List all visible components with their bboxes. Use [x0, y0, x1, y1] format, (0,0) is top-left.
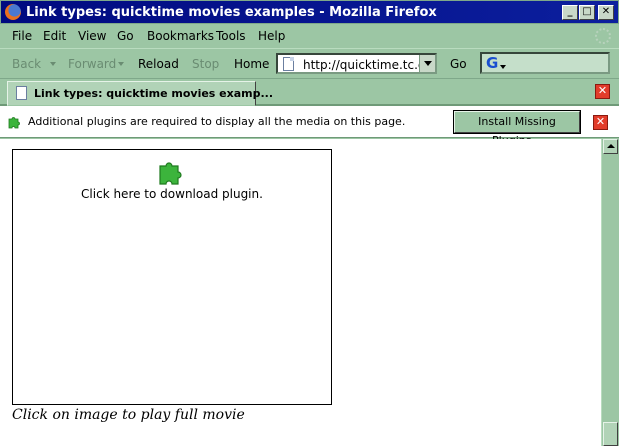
menu-bookmarks[interactable]: Bookmarks: [147, 29, 214, 43]
notification-message: Additional plugins are required to displ…: [28, 115, 406, 128]
menu-edit[interactable]: Edit: [43, 29, 66, 43]
firefox-icon: [5, 4, 21, 20]
puzzle-piece-icon: [8, 117, 20, 129]
search-box[interactable]: G: [480, 52, 610, 74]
back-dropdown-icon[interactable]: [50, 62, 56, 66]
plugin-placeholder[interactable]: Click here to download plugin.: [12, 149, 332, 405]
tab-bar: Link types: quicktime movies examp... ✕: [0, 78, 619, 106]
tab-quicktime-examples[interactable]: Link types: quicktime movies examp...: [7, 81, 273, 106]
page-content: Click here to download plugin. Click on …: [0, 139, 601, 446]
maximize-button[interactable]: □: [579, 5, 595, 20]
reload-button[interactable]: Reload: [138, 57, 179, 71]
url-text[interactable]: http://quicktime.tc.cc: [303, 58, 431, 72]
scroll-thumb[interactable]: [603, 422, 618, 446]
menu-tools[interactable]: Tools: [216, 29, 246, 43]
url-bar[interactable]: http://quicktime.tc.cc: [276, 53, 437, 74]
forward-dropdown-icon[interactable]: [118, 62, 124, 66]
install-missing-plugins-button[interactable]: Install Missing Plugins...: [453, 110, 581, 147]
window-title: Link types: quicktime movies examples - …: [26, 5, 437, 20]
close-notification-button[interactable]: ✕: [593, 115, 608, 130]
movie-caption: Click on image to play full movie: [12, 407, 245, 423]
tab-label: Link types: quicktime movies examp...: [34, 87, 274, 100]
url-history-dropdown[interactable]: [419, 55, 435, 72]
menu-go[interactable]: Go: [117, 29, 134, 43]
missing-plugins-notification: Additional plugins are required to displ…: [0, 106, 619, 147]
go-button[interactable]: Go: [450, 57, 467, 71]
vertical-scrollbar[interactable]: [601, 139, 619, 446]
google-search-icon[interactable]: G: [486, 54, 498, 72]
search-engine-dropdown-icon[interactable]: [500, 65, 506, 69]
forward-button[interactable]: Forward: [68, 57, 116, 71]
puzzle-piece-icon[interactable]: [158, 158, 186, 186]
page-icon: [283, 57, 294, 71]
menu-view[interactable]: View: [78, 29, 106, 43]
back-button[interactable]: Back: [12, 57, 41, 71]
menu-file[interactable]: File: [12, 29, 32, 43]
throbber-icon: [595, 28, 611, 44]
menu-bar: File Edit View Go Bookmarks Tools Help: [0, 24, 619, 48]
download-plugin-link[interactable]: Click here to download plugin.: [13, 187, 331, 201]
close-window-button[interactable]: ✕: [598, 5, 614, 20]
menu-help[interactable]: Help: [258, 29, 285, 43]
minimize-button[interactable]: _: [562, 5, 578, 20]
close-tab-button[interactable]: ✕: [595, 84, 610, 99]
title-bar[interactable]: Link types: quicktime movies examples - …: [0, 0, 619, 24]
page-icon: [16, 86, 27, 100]
scroll-up-button[interactable]: [603, 139, 618, 154]
stop-button[interactable]: Stop: [192, 57, 219, 71]
home-button[interactable]: Home: [234, 57, 269, 71]
